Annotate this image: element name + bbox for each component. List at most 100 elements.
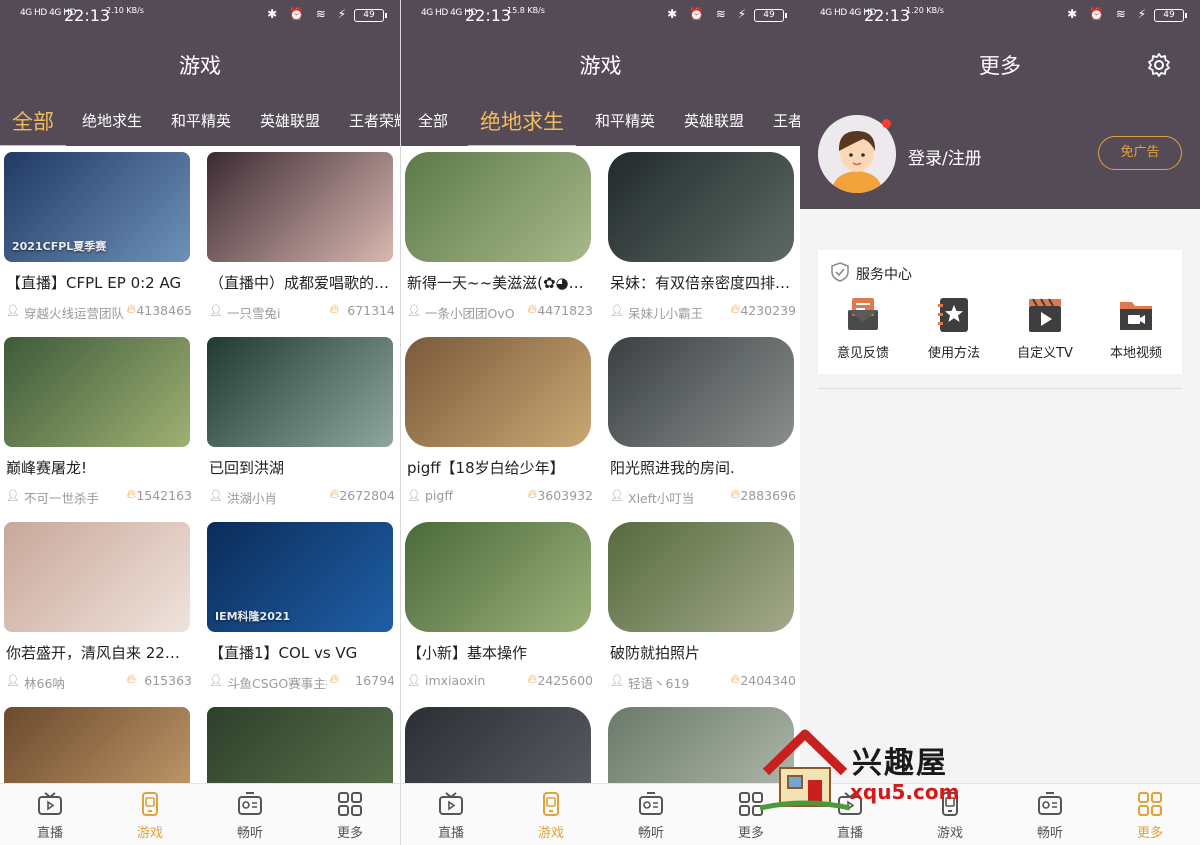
streamer-name: Xleft小叮当 [628, 491, 695, 506]
service-local-video-label: 本地视频 [1109, 346, 1162, 361]
service-center-title: 服务中心 [856, 267, 912, 283]
nav-games[interactable]: 游戏 [501, 792, 601, 841]
stream-card[interactable]: 呆妹：有双倍亲密度四排… 👤︎ 呆妹儿小霸王 🔥︎ 4230239 [608, 146, 796, 331]
user-icon: 👤︎ [610, 489, 624, 502]
radio-icon [200, 792, 300, 816]
service-custom-tv[interactable]: 自定义TV [1000, 296, 1090, 361]
stream-title: 破防就拍照片 [610, 644, 701, 662]
radio-icon [1000, 792, 1100, 816]
stream-meta: 👤︎ 一只雪兔i 🔥︎ 671314 [209, 302, 395, 321]
nav-live[interactable]: 直播 [401, 792, 501, 841]
nav-label: 游戏 [936, 826, 963, 841]
tv-icon [401, 792, 501, 816]
user-icon: 👤︎ [610, 304, 624, 317]
tab-lol[interactable]: 英雄联盟 [260, 110, 320, 131]
stream-thumbnail[interactable] [207, 152, 393, 262]
stream-thumbnail[interactable] [4, 337, 190, 447]
fire-icon: 🔥︎ [126, 487, 136, 502]
service-local-video[interactable]: 本地视频 [1091, 296, 1181, 361]
nav-listen[interactable]: 畅听 [200, 792, 300, 841]
view-count: 2425600 [537, 673, 593, 688]
stream-thumbnail[interactable] [405, 337, 591, 447]
stream-card[interactable]: 新得一天~~美滋滋(✿◕‿◕… 👤︎ 一条小团团OvO 🔥︎ 4471823 [405, 146, 593, 331]
fire-icon: 🔥︎ [730, 487, 740, 502]
nav-listen[interactable]: 畅听 [1000, 792, 1100, 841]
tab-pubg[interactable]: 绝地求生 [82, 110, 142, 131]
stream-thumbnail[interactable] [405, 707, 591, 783]
ad-free-button[interactable]: 免广告 [1098, 136, 1182, 170]
stream-thumbnail[interactable]: 2021CFPL夏季赛 [4, 152, 190, 262]
user-icon: 👤︎ [6, 489, 20, 502]
grid-icon [300, 792, 400, 816]
user-icon: 👤︎ [407, 489, 421, 502]
stream-thumbnail[interactable] [4, 522, 190, 632]
streamer-name: 轻语丶619 [628, 676, 690, 691]
stream-thumbnail[interactable] [608, 152, 794, 262]
tab-lol[interactable]: 英雄联盟 [684, 110, 744, 131]
nav-live[interactable]: 直播 [0, 792, 100, 841]
stream-card[interactable]: 已回到洪湖 👤︎ 洪湖小肖 🔥︎ 2672804 [207, 331, 395, 516]
nav-more[interactable]: 更多 [1100, 792, 1200, 841]
stream-card[interactable] [405, 701, 591, 783]
stream-thumbnail[interactable] [405, 522, 591, 632]
tab-honor-of-kings[interactable]: 王者荣耀 [773, 110, 800, 131]
battery-icon: 49 [1154, 9, 1187, 22]
stream-thumbnail[interactable] [608, 337, 794, 447]
stream-card[interactable] [4, 701, 190, 783]
nav-label: 直播 [836, 826, 863, 841]
stream-meta: 👤︎ 呆妹儿小霸王 🔥︎ 4230239 [610, 302, 796, 321]
tab-all[interactable]: 全部 [418, 110, 448, 131]
login-register-link[interactable]: 登录/注册 [908, 144, 982, 169]
net-speed: 1.20 KB/s [906, 6, 944, 15]
thumbnail-caption: IEM科隆2021 [215, 610, 291, 623]
status-bar: 4G HD 4G HD 22:13 15.8 KB/s ✱ ⏰ ≋ ⚡ 49 [401, 0, 800, 32]
stream-title: 新得一天~~美滋滋(✿◕‿◕… [407, 274, 589, 292]
stream-card[interactable]: 巅峰赛屠龙! 👤︎ 不可一世杀手 🔥︎ 1542163 [4, 331, 192, 516]
tab-pubg[interactable]: 绝地求生 [468, 106, 576, 146]
service-manual-label: 使用方法 [927, 346, 980, 361]
clock: 22:13 [64, 6, 111, 25]
stream-card[interactable]: 你若盛开，清风自来 22… 👤︎ 林66呐 🔥︎ 615363 [4, 516, 192, 701]
fire-icon: 🔥︎ [730, 672, 740, 687]
profile-header: 更多 登录/注册 免广告 [800, 32, 1200, 209]
stream-card[interactable]: IEM科隆2021 【直播1】COL vs VG 👤︎ 斗鱼CSGO赛事主播🔥︎ 167… [207, 516, 395, 701]
stream-thumbnail[interactable] [207, 337, 393, 447]
nav-label: 畅听 [637, 826, 664, 841]
stream-card[interactable]: 破防就拍照片 👤︎ 轻语丶619 🔥︎ 2404340 [608, 516, 796, 701]
app-header: 游戏 [401, 32, 800, 96]
tab-honor-of-kings[interactable]: 王者荣耀 [349, 110, 400, 131]
stream-card[interactable]: 阳光照进我的房间. 👤︎ Xleft小叮当 🔥︎ 2883696 [608, 331, 796, 516]
stream-meta: 👤︎ 一条小团团OvO 🔥︎ 4471823 [407, 302, 593, 321]
stream-thumbnail[interactable]: IEM科隆2021 [207, 522, 393, 632]
page-title: 游戏 [579, 54, 622, 78]
streamer-name: 呆妹儿小霸王 [628, 306, 704, 321]
custom-tv-icon [1026, 296, 1064, 334]
stream-card[interactable]: 2021CFPL夏季赛 【直播】CFPL EP 0:2 AG 👤︎ 穿越火线运营团队 🔥… [4, 146, 192, 331]
stream-meta: 👤︎ Xleft小叮当 🔥︎ 2883696 [610, 487, 796, 506]
tab-peace-elite[interactable]: 和平精英 [171, 110, 231, 131]
service-feedback-label: 意见反馈 [836, 346, 889, 361]
stream-thumbnail[interactable] [4, 707, 190, 783]
nav-games[interactable]: 游戏 [100, 792, 200, 841]
stream-card[interactable]: 【小新】基本操作 👤︎ imxiaoxin 🔥︎ 2425600 [405, 516, 593, 701]
streamer-name: 一条小团团OvO [425, 306, 515, 321]
view-count: 4138465 [136, 303, 192, 318]
nav-more[interactable]: 更多 [300, 792, 400, 841]
service-feedback[interactable]: 意见反馈 [818, 296, 908, 361]
stream-thumbnail[interactable] [608, 522, 794, 632]
stream-card[interactable]: （直播中）成都爱唱歌的… 👤︎ 一只雪兔i 🔥︎ 671314 [207, 146, 395, 331]
user-icon: 👤︎ [407, 674, 421, 687]
stream-card[interactable]: pigff【18岁白给少年】 👤︎ pigff 🔥︎ 3603932 [405, 331, 593, 516]
tab-all[interactable]: 全部 [0, 106, 66, 146]
tab-peace-elite[interactable]: 和平精英 [595, 110, 655, 131]
stream-meta: 👤︎ imxiaoxin 🔥︎ 2425600 [407, 672, 593, 689]
gear-icon[interactable] [1146, 52, 1172, 82]
nav-listen[interactable]: 畅听 [601, 792, 701, 841]
stream-thumbnail[interactable] [207, 707, 393, 783]
service-manual[interactable]: 使用方法 [909, 296, 999, 361]
fire-icon: 🔥︎ [329, 487, 339, 502]
stream-card[interactable] [207, 701, 393, 783]
stream-thumbnail[interactable] [405, 152, 591, 262]
user-icon: 👤︎ [209, 304, 223, 317]
battery-icon: 49 [754, 9, 787, 22]
